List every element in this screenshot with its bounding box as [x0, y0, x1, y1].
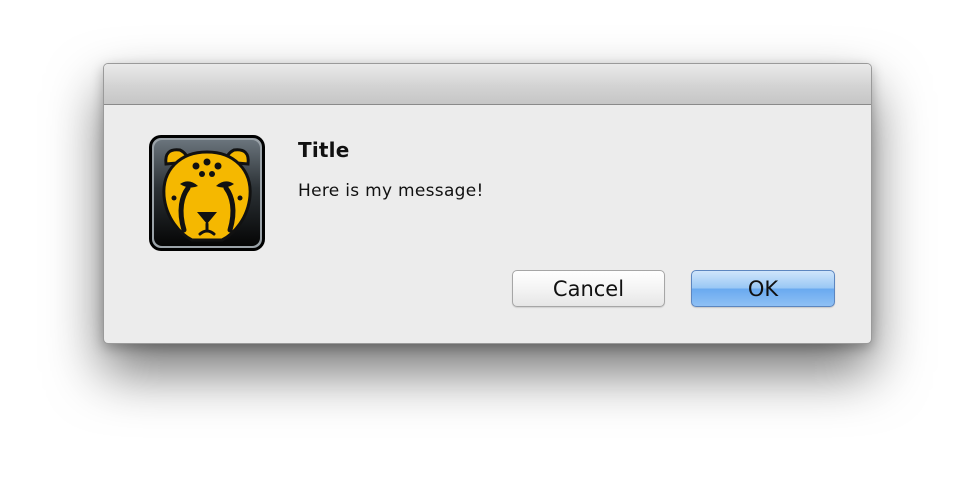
screen: Title Here is my message! Cancel OK	[0, 0, 975, 488]
cancel-button[interactable]: Cancel	[512, 270, 665, 307]
cheetah-icon	[148, 134, 266, 252]
dialog-title: Title	[298, 138, 350, 162]
alert-dialog: Title Here is my message! Cancel OK	[103, 63, 872, 344]
dialog-titlebar[interactable]	[104, 64, 871, 105]
ok-button[interactable]: OK	[691, 270, 835, 307]
dialog-message: Here is my message!	[298, 181, 484, 201]
